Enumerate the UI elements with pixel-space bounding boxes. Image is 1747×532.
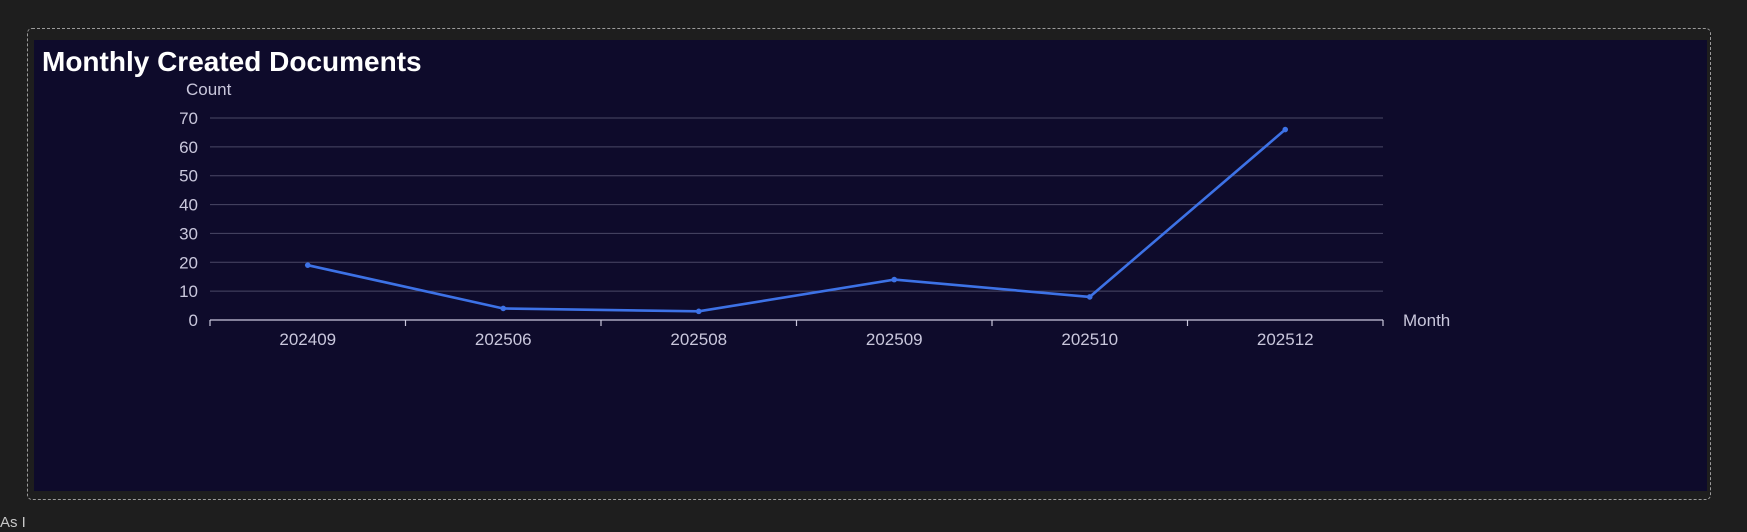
y-tick-label: 0 [189,311,198,330]
x-tick-label: 202409 [279,330,336,349]
x-tick-label: 202506 [475,330,532,349]
grid-lines [210,117,1383,292]
y-tick-label: 50 [179,167,198,186]
y-tick-label: 20 [179,253,198,272]
series-line [306,128,1287,313]
data-point [500,305,507,312]
data-point [304,262,311,268]
series-layer [304,126,1289,315]
x-tick-label: 202508 [670,330,727,349]
data-point [1086,294,1093,300]
axes: 0 10 20 30 40 50 60 70 202409 202506 202508 202509 2… [179,80,1450,349]
x-tick-label: 202509 [866,330,923,349]
partial-footer-text: As I [0,514,26,531]
data-point [891,276,898,283]
data-point [1282,126,1289,133]
y-tick-label: 10 [179,282,198,301]
chart-panel: Monthly Created Documents 0 10 20 30 40 50 60 7… [34,40,1707,491]
data-point [695,308,702,315]
x-tick-label: 202512 [1257,330,1314,349]
x-axis-title: Month [1403,311,1450,330]
y-tick-label: 70 [179,109,198,128]
y-axis-title: Count [186,80,232,99]
x-tick-label: 202510 [1061,330,1118,349]
y-tick-label: 60 [179,138,198,157]
y-tick-label: 40 [179,196,198,215]
y-tick-label: 30 [179,224,198,243]
line-chart: 0 10 20 30 40 50 60 70 202409 202506 202508 202509 2… [179,80,1450,349]
